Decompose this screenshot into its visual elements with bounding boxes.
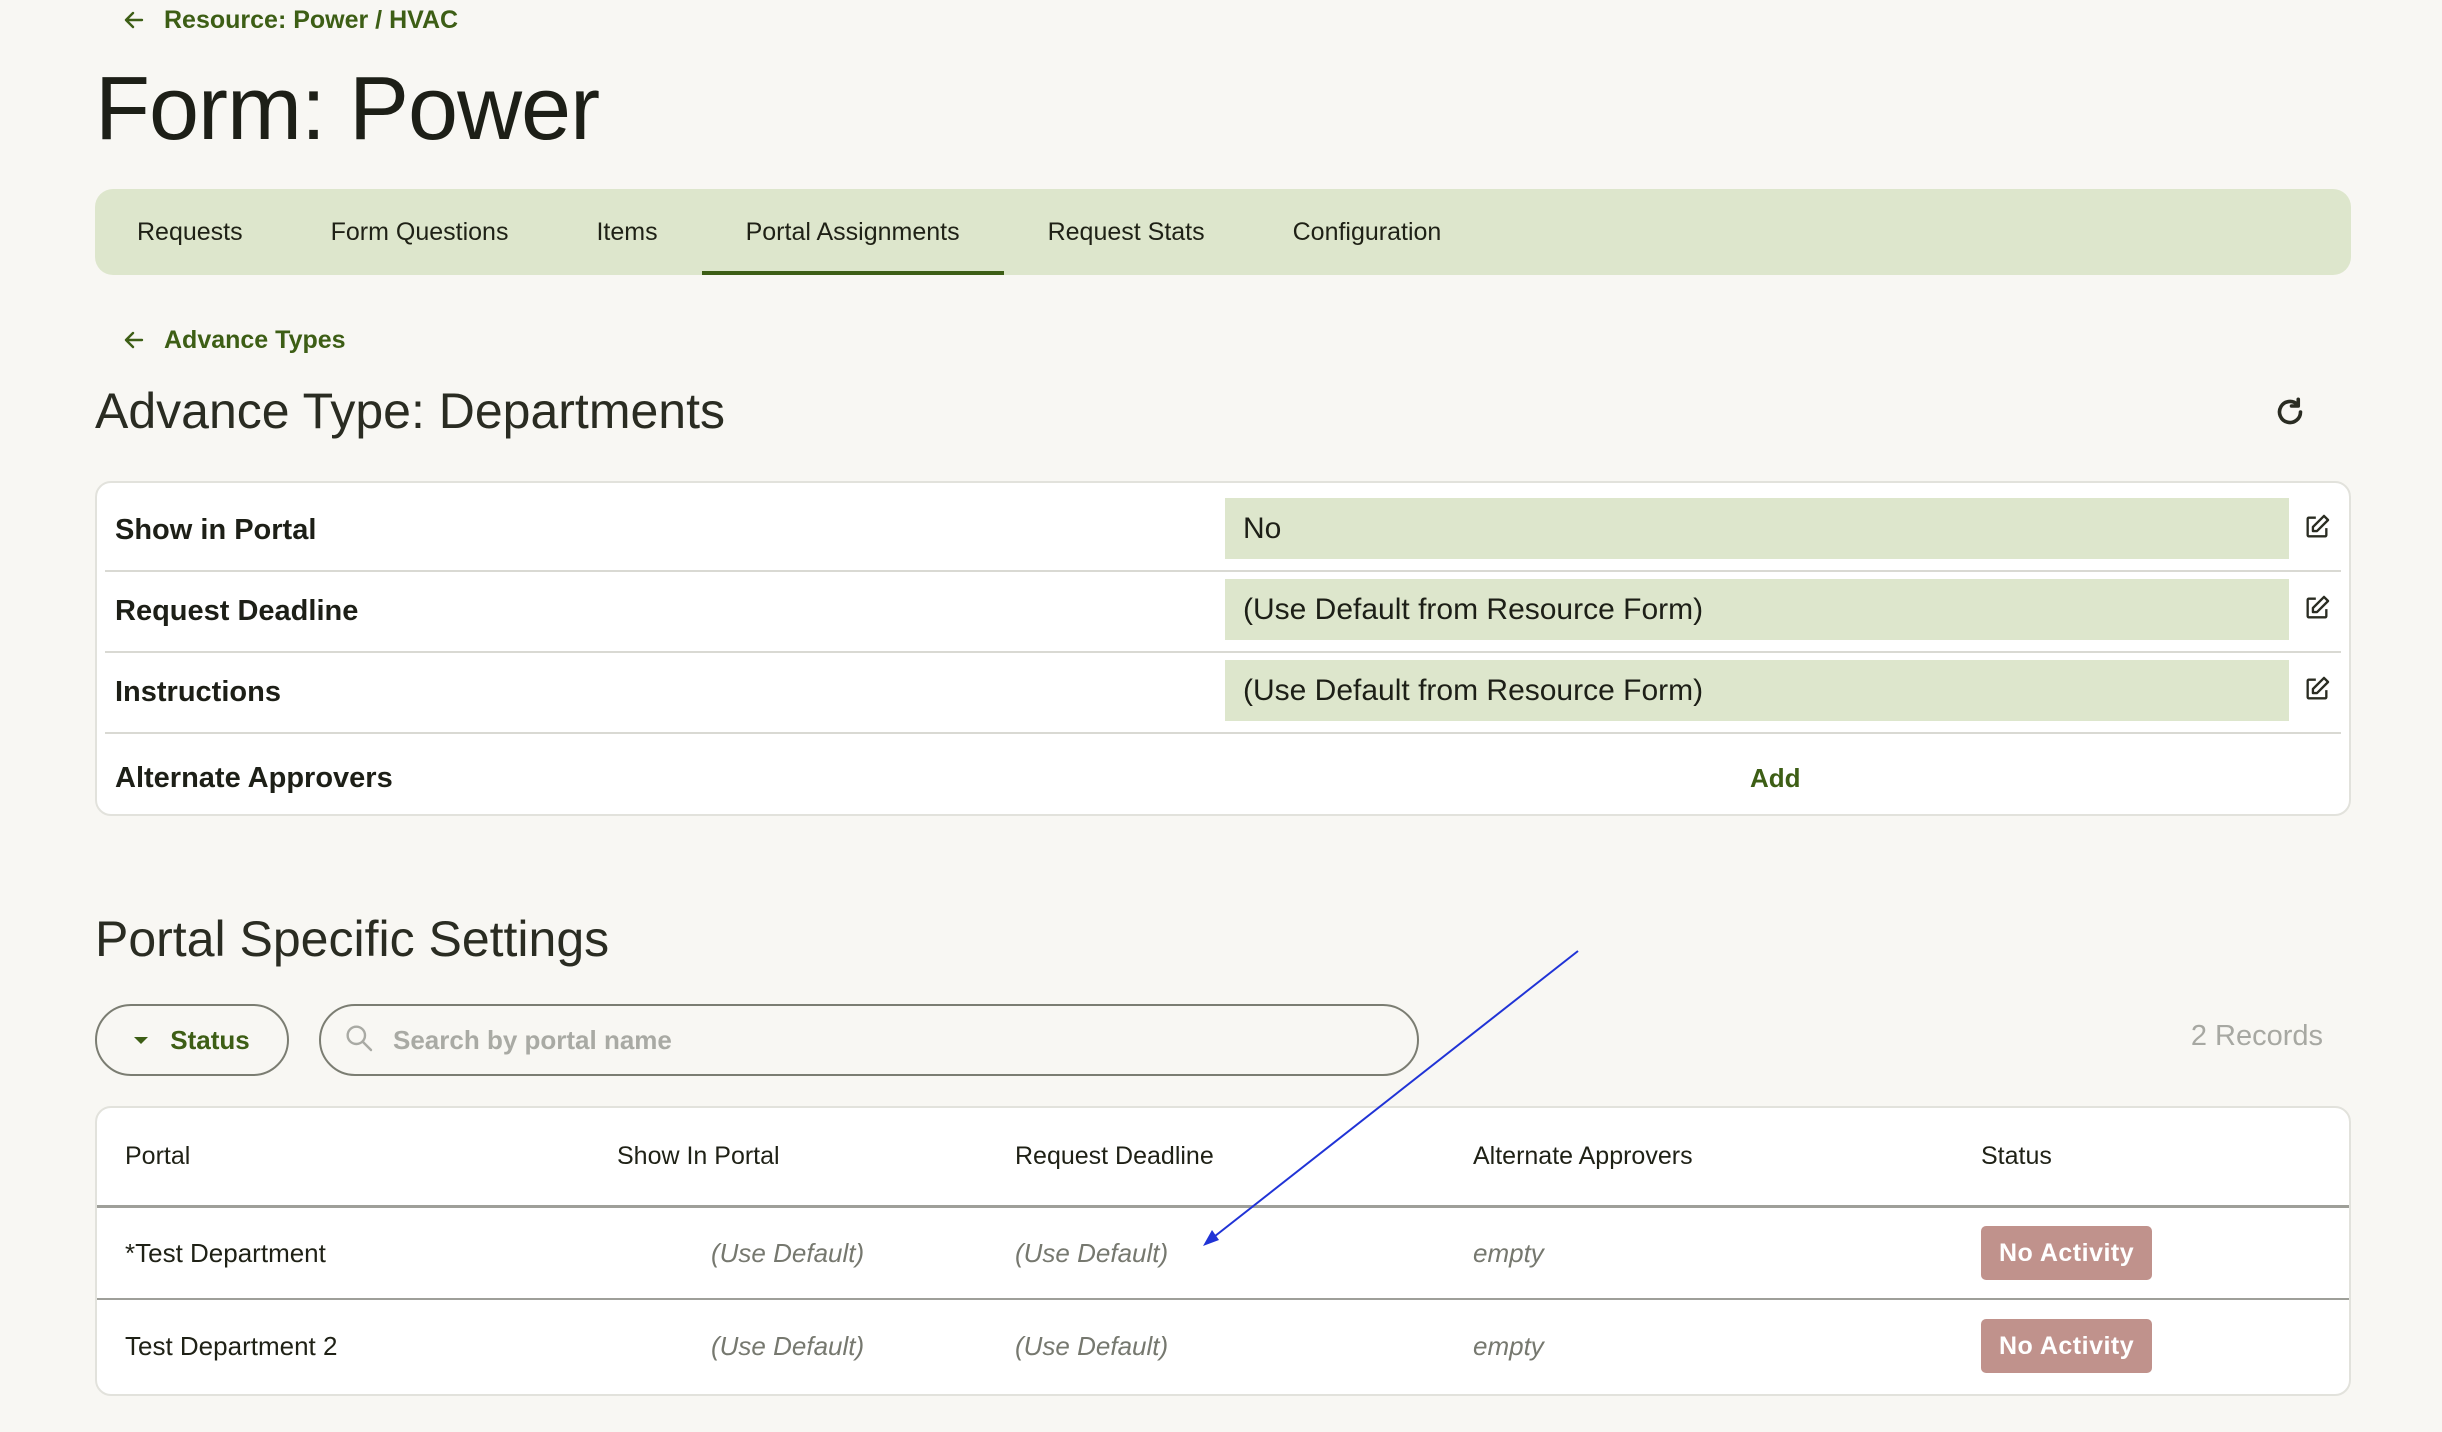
search-icon	[343, 1022, 375, 1059]
property-label: Alternate Approvers	[115, 761, 393, 794]
search-input[interactable]	[393, 1024, 1353, 1056]
portal-settings-title: Portal Specific Settings	[95, 911, 610, 967]
table-row[interactable]: Test Department 2 (Use Default) (Use Def…	[97, 1300, 2349, 1392]
portal-name: Test Department 2	[125, 1330, 338, 1361]
status-badge[interactable]: No Activity	[1981, 1226, 2153, 1280]
property-label: Request Deadline	[115, 595, 359, 627]
arrow-left-icon	[119, 325, 149, 355]
property-row-instructions: Instructions (Use Default from Resource …	[105, 653, 2341, 734]
alternate-approvers-value: empty	[1473, 1237, 1544, 1268]
caret-down-icon	[134, 1036, 149, 1044]
property-row-alternate-approvers: Alternate Approvers Add	[105, 734, 2341, 822]
advance-types-back-link[interactable]: Advance Types	[95, 320, 346, 360]
advance-types-label: Advance Types	[164, 325, 346, 354]
page-title: Form: Power	[95, 59, 600, 159]
refresh-icon[interactable]	[2267, 389, 2313, 435]
request-deadline-value: (Use Default)	[1015, 1330, 1169, 1361]
alternate-approvers-value: empty	[1473, 1330, 1544, 1361]
property-value: (Use Default from Resource Form)	[1225, 660, 2289, 721]
edit-icon[interactable]	[2303, 675, 2335, 707]
advance-type-title: Advance Type: Departments	[95, 383, 725, 439]
table-header: Portal Show In Portal Request Deadline A…	[97, 1108, 2349, 1208]
tab-portal-assignments[interactable]: Portal Assignments	[701, 189, 1004, 275]
property-row-show-in-portal: Show in Portal No	[105, 491, 2341, 572]
property-value: No	[1225, 498, 2289, 559]
show-in-portal-value: (Use Default)	[711, 1237, 865, 1268]
portal-name: *Test Department	[125, 1237, 326, 1268]
tab-request-stats[interactable]: Request Stats	[1004, 189, 1249, 275]
request-deadline-value: (Use Default)	[1015, 1237, 1169, 1268]
property-label: Instructions	[115, 676, 281, 708]
status-badge[interactable]: No Activity	[1981, 1319, 2153, 1373]
status-filter-label: Status	[170, 1024, 250, 1055]
portal-table: Portal Show In Portal Request Deadline A…	[95, 1106, 2351, 1396]
column-header-portal[interactable]: Portal	[125, 1142, 190, 1171]
property-value: (Use Default from Resource Form)	[1225, 579, 2289, 640]
breadcrumb-back-link[interactable]: Resource: Power / HVAC	[95, 0, 458, 40]
status-cell: No Activity	[1981, 1319, 2153, 1373]
status-filter-button[interactable]: Status	[95, 1004, 289, 1076]
tab-items[interactable]: Items	[552, 189, 701, 275]
column-header-status[interactable]: Status	[1981, 1142, 2052, 1171]
tab-bar: Requests Form Questions Items Portal Ass…	[95, 189, 2351, 275]
arrow-left-icon	[119, 5, 149, 35]
tab-requests[interactable]: Requests	[137, 189, 287, 275]
tab-configuration[interactable]: Configuration	[1249, 189, 1486, 275]
show-in-portal-value: (Use Default)	[711, 1330, 865, 1361]
table-row[interactable]: *Test Department (Use Default) (Use Defa…	[97, 1208, 2349, 1300]
add-approver-link[interactable]: Add	[1750, 763, 1801, 794]
column-header-show-in-portal[interactable]: Show In Portal	[617, 1142, 780, 1171]
breadcrumb-label: Resource: Power / HVAC	[164, 5, 459, 34]
records-count: 2 Records	[2190, 1020, 2323, 1052]
property-row-request-deadline: Request Deadline (Use Default from Resou…	[105, 572, 2341, 653]
status-cell: No Activity	[1981, 1226, 2153, 1280]
column-header-alternate-approvers[interactable]: Alternate Approvers	[1473, 1142, 1693, 1171]
property-label: Show in Portal	[115, 514, 317, 546]
edit-icon[interactable]	[2303, 513, 2335, 545]
tab-form-questions[interactable]: Form Questions	[287, 189, 553, 275]
portal-search	[319, 1004, 1419, 1076]
advance-type-properties: Show in Portal No Request Deadline (Use …	[95, 481, 2351, 816]
edit-icon[interactable]	[2303, 594, 2335, 626]
column-header-request-deadline[interactable]: Request Deadline	[1015, 1142, 1214, 1171]
